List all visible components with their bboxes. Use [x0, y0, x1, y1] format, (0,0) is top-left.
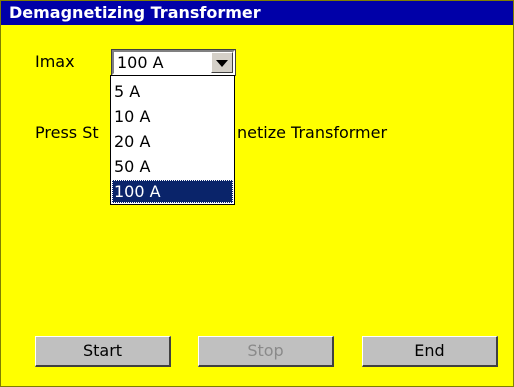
imax-label: Imax: [35, 52, 75, 71]
end-button[interactable]: End: [362, 336, 498, 367]
imax-option-50a[interactable]: 50 A: [112, 155, 233, 178]
demagnetizing-window: Demagnetizing Transformer Imax 100 A Pre…: [0, 0, 514, 387]
instruction-text-left: Press St: [35, 123, 99, 142]
imax-selected-value: 100 A: [117, 53, 164, 72]
imax-option-10a[interactable]: 10 A: [112, 105, 233, 128]
instruction-text-right: netize Transformer: [237, 123, 388, 142]
start-button[interactable]: Start: [35, 336, 171, 367]
window-title: Demagnetizing Transformer: [1, 1, 513, 25]
imax-combobox[interactable]: 100 A: [111, 49, 236, 76]
chevron-down-icon: [216, 60, 228, 67]
imax-option-100a[interactable]: 100 A: [112, 180, 233, 203]
imax-option-20a[interactable]: 20 A: [112, 130, 233, 153]
imax-dropdown-list: 5 A 10 A 20 A 50 A 100 A: [110, 75, 235, 205]
stop-button[interactable]: Stop: [198, 336, 334, 367]
imax-dropdown-button[interactable]: [211, 52, 233, 73]
imax-option-5a[interactable]: 5 A: [112, 80, 233, 103]
